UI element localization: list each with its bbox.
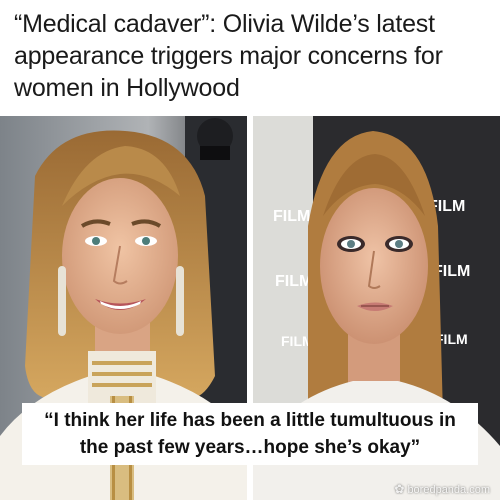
quote-caption-box: “I think her life has been a little tumu… (22, 403, 478, 465)
panda-logo-icon: ✿ (394, 482, 405, 496)
watermark-text: boredpanda.com (407, 484, 490, 496)
backdrop-logo: FILM (273, 208, 310, 225)
headline: “Medical cadaver”: Olivia Wilde’s latest… (14, 10, 443, 102)
watermark: ✿ boredpanda.com (394, 482, 490, 496)
backdrop-logo: FILM (275, 273, 312, 290)
quote-text: “I think her life has been a little tumu… (44, 410, 456, 458)
